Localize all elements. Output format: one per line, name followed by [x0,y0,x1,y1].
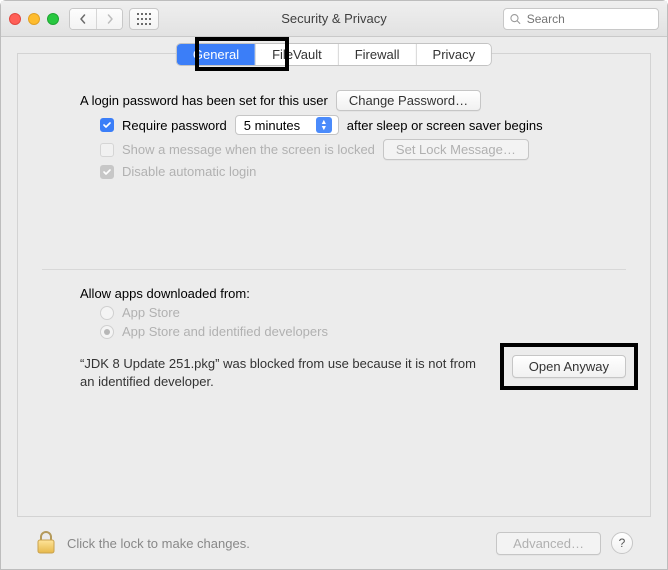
radio-app-store-label: App Store [122,305,180,320]
search-field[interactable] [503,8,659,30]
tab-bar: General FileVault Firewall Privacy [176,43,492,66]
search-icon [510,13,521,25]
require-password-row: Require password 5 minutes ▲▼ after slee… [100,115,626,135]
blocked-app-message: “JDK 8 Update 251.pkg” was blocked from … [80,355,494,390]
radio-app-store-identified [100,325,114,339]
advanced-button: Advanced… [496,532,601,555]
require-password-checkbox[interactable] [100,118,114,132]
check-icon [102,167,112,177]
allow-apps-header-row: Allow apps downloaded from: [80,286,626,301]
check-icon [102,120,112,130]
titlebar: Security & Privacy [1,1,667,37]
disable-auto-login-checkbox [100,165,114,179]
require-password-delay-value: 5 minutes [244,118,310,133]
grid-icon [137,13,151,25]
radio-app-store-identified-label: App Store and identified developers [122,324,328,339]
disable-auto-login-label: Disable automatic login [122,164,256,179]
content-area: General FileVault Firewall Privacy A log… [1,37,667,569]
disable-auto-login-row: Disable automatic login [100,164,626,179]
tab-firewall[interactable]: Firewall [338,44,416,65]
lock-icon[interactable] [35,530,57,556]
tab-filevault[interactable]: FileVault [255,44,338,65]
require-password-delay-select[interactable]: 5 minutes ▲▼ [235,115,339,135]
minimize-window-button[interactable] [28,13,40,25]
show-message-label: Show a message when the screen is locked [122,142,375,157]
allow-apps-option-identified: App Store and identified developers [100,324,626,339]
allow-apps-header: Allow apps downloaded from: [80,286,250,301]
open-anyway-button[interactable]: Open Anyway [512,355,626,378]
close-window-button[interactable] [9,13,21,25]
allow-apps-option-appstore: App Store [100,305,626,320]
tab-privacy[interactable]: Privacy [416,44,492,65]
require-password-after-text: after sleep or screen saver begins [347,118,543,133]
window-controls [9,13,59,25]
login-password-row: A login password has been set for this u… [80,90,626,111]
divider [42,269,626,270]
tab-general[interactable]: General [177,44,255,65]
show-message-checkbox [100,143,114,157]
set-lock-message-button: Set Lock Message… [383,139,529,160]
stepper-icon: ▲▼ [316,117,332,133]
radio-app-store [100,306,114,320]
change-password-button[interactable]: Change Password… [336,90,481,111]
require-password-label: Require password [122,118,227,133]
general-panel: General FileVault Firewall Privacy A log… [17,53,651,517]
search-input[interactable] [525,11,652,27]
nav-back-button[interactable] [70,9,96,29]
footer: Click the lock to make changes. Advanced… [17,517,651,569]
lock-hint-text: Click the lock to make changes. [67,536,250,551]
nav-forward-button[interactable] [96,9,122,29]
show-message-row: Show a message when the screen is locked… [100,139,626,160]
help-button[interactable]: ? [611,532,633,554]
nav-back-forward [69,8,123,30]
zoom-window-button[interactable] [47,13,59,25]
login-password-text: A login password has been set for this u… [80,93,328,108]
show-all-prefs-button[interactable] [129,8,159,30]
system-preferences-window: Security & Privacy General FileVault Fir… [0,0,668,570]
